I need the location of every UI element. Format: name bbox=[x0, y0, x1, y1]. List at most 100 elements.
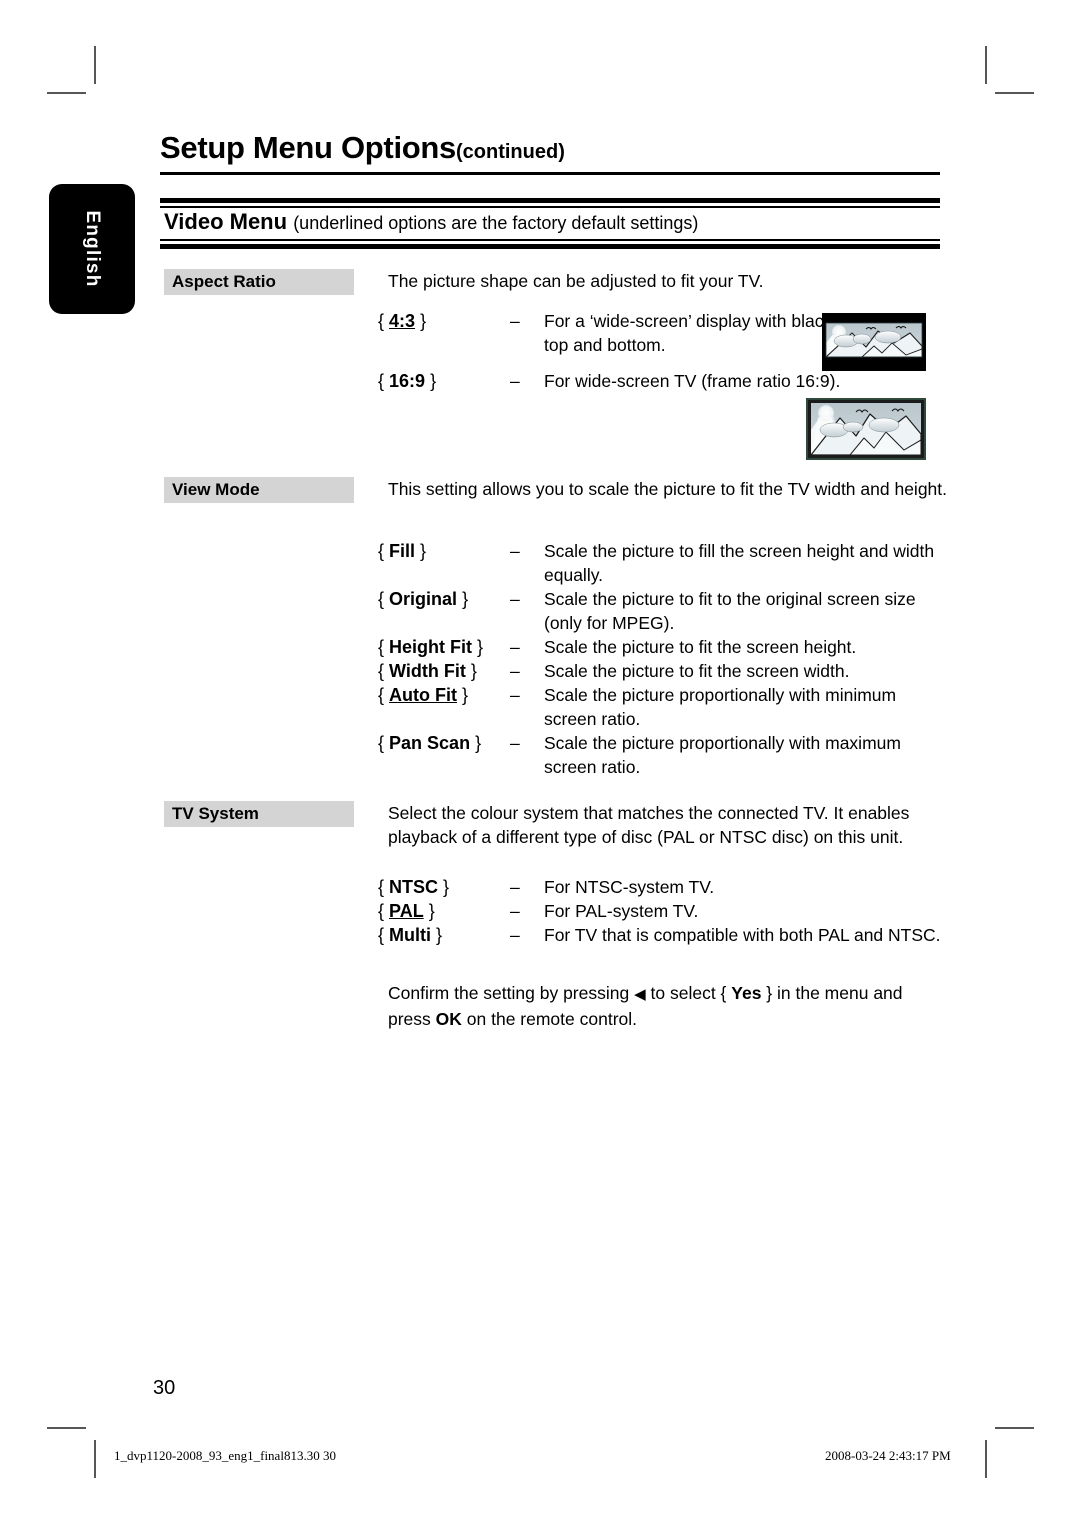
option-row: { Width Fit } – Scale the picture to fit… bbox=[378, 659, 948, 683]
option-value-original: Original bbox=[389, 589, 458, 609]
brace-close: } bbox=[428, 901, 435, 921]
crop-mark-top-left-vertical bbox=[94, 46, 96, 84]
brace-close: } bbox=[477, 637, 484, 657]
option-dash: – bbox=[510, 637, 520, 657]
brace-open: { bbox=[378, 311, 385, 331]
language-tab-label: English bbox=[82, 210, 103, 288]
crop-mark-top-right-vertical bbox=[985, 46, 987, 84]
confirm-instruction: Confirm the setting by pressing ◀ to sel… bbox=[388, 981, 948, 1031]
option-description: For NTSC-system TV. bbox=[544, 877, 715, 897]
option-row: { Fill } – Scale the picture to fill the… bbox=[378, 539, 948, 587]
option-token: { Fill } bbox=[378, 539, 510, 563]
option-description: For PAL-system TV. bbox=[544, 901, 699, 921]
option-row: { Pan Scan } – Scale the picture proport… bbox=[378, 731, 948, 779]
option-value-width-fit: Width Fit bbox=[389, 661, 466, 681]
option-value-ntsc: NTSC bbox=[389, 877, 439, 897]
brace-close: } bbox=[420, 311, 427, 331]
option-description: Scale the picture to fit to the original… bbox=[544, 589, 916, 633]
video-menu-title: Video Menu bbox=[164, 209, 288, 234]
option-dash: – bbox=[510, 589, 520, 609]
option-token: { Original } bbox=[378, 587, 510, 611]
brace-close: } bbox=[443, 877, 450, 897]
option-description: Scale the picture proportionally with ma… bbox=[544, 733, 901, 777]
section-intro-tv-system: Select the colour system that matches th… bbox=[388, 803, 910, 847]
option-value-16-9: 16:9 bbox=[389, 371, 426, 391]
brace-open: { bbox=[378, 925, 385, 945]
option-dash: – bbox=[510, 877, 520, 897]
option-value-height-fit: Height Fit bbox=[389, 637, 473, 657]
brace-open: { bbox=[378, 637, 385, 657]
confirm-text-part1: Confirm the setting by pressing bbox=[388, 983, 635, 1003]
page-number: 30 bbox=[153, 1377, 176, 1399]
brace-close: } bbox=[462, 589, 469, 609]
video-menu-note: (underlined options are the factory defa… bbox=[293, 213, 699, 233]
brace-open: { bbox=[378, 541, 385, 561]
confirm-ok-label: OK bbox=[435, 1009, 462, 1029]
option-description: Scale the picture proportionally with mi… bbox=[544, 685, 897, 729]
option-value-pal: PAL bbox=[389, 901, 424, 921]
crop-mark-bottom-left-horizontal bbox=[47, 1427, 86, 1429]
crop-mark-top-right-horizontal bbox=[995, 92, 1034, 94]
footer-timestamp: 2008-03-24 2:43:17 PM bbox=[825, 1448, 951, 1463]
option-token: { Auto Fit } bbox=[378, 683, 510, 707]
option-row: { PAL } – For PAL-system TV. bbox=[378, 899, 948, 923]
confirm-text-part2: to select { bbox=[645, 983, 732, 1003]
option-description: For wide-screen TV (frame ratio 16:9). bbox=[544, 371, 841, 391]
crop-mark-top-left-horizontal bbox=[47, 92, 86, 94]
option-row: { Height Fit } – Scale the picture to fi… bbox=[378, 635, 948, 659]
brace-open: { bbox=[378, 685, 385, 705]
option-dash: – bbox=[510, 541, 520, 561]
brace-open: { bbox=[378, 371, 385, 391]
option-row: { Auto Fit } – Scale the picture proport… bbox=[378, 683, 948, 731]
crop-mark-bottom-left-vertical bbox=[94, 1440, 96, 1478]
brace-open: { bbox=[378, 901, 385, 921]
tv-4-3-letterbox-image bbox=[822, 313, 926, 371]
left-arrow-icon: ◀ bbox=[634, 986, 646, 1003]
option-token: { PAL } bbox=[378, 899, 510, 923]
option-list-view-mode: { Fill } – Scale the picture to fill the… bbox=[378, 539, 948, 779]
brace-close: } bbox=[475, 733, 482, 753]
option-dash: – bbox=[510, 661, 520, 681]
section-label-aspect-ratio: Aspect Ratio bbox=[164, 269, 354, 295]
option-value-multi: Multi bbox=[389, 925, 432, 945]
brace-close: } bbox=[470, 661, 477, 681]
section-intro-aspect-ratio: The picture shape can be adjusted to fit… bbox=[388, 271, 764, 291]
page-title-continued: (continued) bbox=[455, 141, 565, 163]
option-token: { Pan Scan } bbox=[378, 731, 510, 755]
option-token: { 16:9 } bbox=[378, 369, 510, 393]
section-label-tv-system: TV System bbox=[164, 801, 354, 827]
page-title-main: Setup Menu Options bbox=[160, 130, 456, 165]
brace-open: { bbox=[378, 661, 385, 681]
option-description: Scale the picture to fit the screen heig… bbox=[544, 637, 857, 657]
option-dash: – bbox=[510, 311, 520, 331]
option-value-4-3: 4:3 bbox=[389, 311, 416, 331]
rule-video-menu-bottom-thin bbox=[160, 239, 940, 241]
brace-close: } bbox=[430, 371, 437, 391]
option-row: { 16:9 } – For wide-screen TV (frame rat… bbox=[378, 369, 948, 393]
brace-close: } bbox=[462, 685, 469, 705]
section-intro-view-mode: This setting allows you to scale the pic… bbox=[388, 479, 948, 499]
option-token: { 4:3 } bbox=[378, 309, 510, 333]
brace-open: { bbox=[378, 877, 385, 897]
footer-file-reference: 1_dvp1120-2008_93_eng1_final813.30 30 bbox=[114, 1448, 336, 1463]
rule-under-title bbox=[160, 172, 940, 175]
option-description: Scale the picture to fill the screen hei… bbox=[544, 541, 935, 585]
brace-close: } bbox=[436, 925, 443, 945]
option-token: { Width Fit } bbox=[378, 659, 510, 683]
language-tab: English bbox=[49, 184, 135, 314]
option-description: Scale the picture to fit the screen widt… bbox=[544, 661, 850, 681]
brace-open: { bbox=[378, 589, 385, 609]
confirm-yes-label: Yes bbox=[731, 983, 762, 1003]
option-dash: – bbox=[510, 371, 520, 391]
confirm-text-part4: on the remote control. bbox=[461, 1009, 638, 1029]
option-dash: – bbox=[510, 925, 520, 945]
brace-close: } bbox=[420, 541, 427, 561]
option-value-pan-scan: Pan Scan bbox=[389, 733, 471, 753]
crop-mark-bottom-right-vertical bbox=[985, 1440, 987, 1478]
brace-open: { bbox=[378, 733, 385, 753]
video-menu-heading: Video Menu (underlined options are the f… bbox=[164, 209, 698, 235]
rule-video-menu-bottom-thick bbox=[160, 244, 940, 249]
crop-mark-bottom-right-horizontal bbox=[995, 1427, 1034, 1429]
rule-video-menu-top-thin bbox=[160, 206, 940, 208]
option-value-fill: Fill bbox=[389, 541, 416, 561]
